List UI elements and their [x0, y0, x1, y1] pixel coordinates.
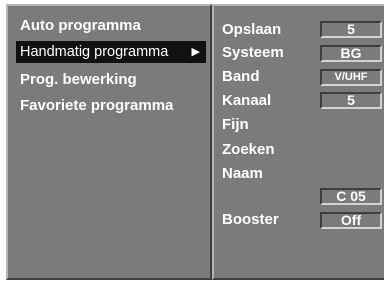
menu-item-label: Favoriete programma: [20, 97, 174, 114]
systeem-value-field[interactable]: BG: [320, 45, 382, 62]
row-label-booster: Booster: [222, 211, 279, 228]
menu-item-auto-programma[interactable]: Auto programma: [16, 15, 206, 37]
row-label-systeem: Systeem: [222, 44, 284, 61]
arrow-right-icon: ▶: [191, 46, 200, 58]
menu-item-handmatig-programma[interactable]: Handmatig programma ▶: [16, 41, 206, 63]
submenu-panel: Opslaan 5 Systeem BG Band V/UHF Kanaal 5…: [212, 4, 384, 280]
row-label-zoeken[interactable]: Zoeken: [222, 139, 275, 161]
row-label-opslaan: Opslaan: [222, 21, 282, 38]
row-label-fijn[interactable]: Fijn: [222, 114, 249, 136]
row-label-band: Band: [222, 68, 260, 85]
menu-item-label: Handmatig programma: [20, 44, 169, 60]
band-value-field[interactable]: V/UHF: [320, 69, 382, 86]
menu-item-prog-bewerking[interactable]: Prog. bewerking: [16, 69, 206, 91]
opslaan-value-field[interactable]: 5: [320, 21, 382, 38]
menu-item-favoriete-programma[interactable]: Favoriete programma: [16, 95, 206, 117]
row-label-kanaal: Kanaal: [222, 92, 272, 109]
kanaal-value-field[interactable]: 5: [320, 92, 382, 109]
menu-item-label: Auto programma: [20, 17, 141, 34]
row-label-naam[interactable]: Naam: [222, 163, 263, 185]
naam-value-field[interactable]: C 05: [320, 188, 382, 205]
main-menu-panel: Auto programma Handmatig programma ▶ Pro…: [6, 4, 212, 280]
menu-item-label: Prog. bewerking: [20, 71, 137, 88]
tv-osd-menu: Auto programma Handmatig programma ▶ Pro…: [0, 0, 384, 284]
booster-value-field[interactable]: Off: [320, 212, 382, 229]
